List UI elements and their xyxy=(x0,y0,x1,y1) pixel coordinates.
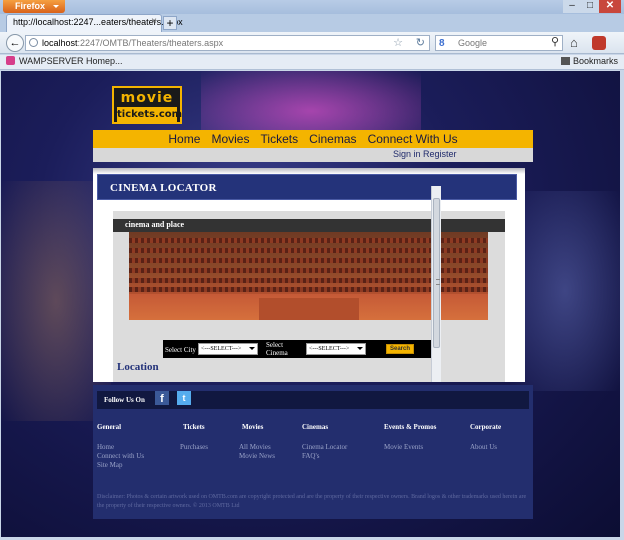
search-icon[interactable]: ⚲ xyxy=(551,35,559,49)
bookmarks-menu-button[interactable]: Bookmarks xyxy=(560,56,618,66)
tab-title: http://localhost:2247...eaters/theaters.… xyxy=(13,17,183,27)
back-button[interactable]: ← xyxy=(6,34,24,52)
minimize-button[interactable]: – xyxy=(563,0,581,13)
bookmark-label: WAMPSERVER Homep... xyxy=(19,56,123,66)
bookmarks-toolbar: WAMPSERVER Homep... Bookmarks xyxy=(0,55,624,70)
auth-bar: Sign in Register xyxy=(93,148,533,162)
footer-col-movies: Movies xyxy=(242,423,264,431)
window-titlebar: Firefox – □ ✕ xyxy=(0,0,624,14)
dropdown-arrow-icon xyxy=(53,5,59,11)
firefox-menu-label: Firefox xyxy=(15,1,46,11)
select-cinema-label-1: Select xyxy=(266,341,284,349)
nav-tickets[interactable]: Tickets xyxy=(261,132,299,146)
sign-in-link[interactable]: Sign in xyxy=(393,149,421,159)
scrollbar-thumb[interactable] xyxy=(433,198,440,348)
footer-link-movie-news[interactable]: Movie News xyxy=(239,452,275,460)
browser-tab[interactable]: http://localhost:2247...eaters/theaters.… xyxy=(6,14,183,32)
twitter-icon[interactable]: t xyxy=(177,391,191,405)
footer-link-faqs[interactable]: FAQ's xyxy=(302,452,319,460)
follow-bar: Follow Us On f t xyxy=(97,391,529,409)
register-link[interactable]: Register xyxy=(423,149,457,159)
search-engine-icon[interactable]: 8 xyxy=(439,37,445,51)
city-select[interactable]: <---SELECT---> xyxy=(198,343,258,355)
cinema-filter-bar: Select City <---SELECT---> Select Cinema… xyxy=(163,340,441,358)
nav-cinemas[interactable]: Cinemas xyxy=(309,132,356,146)
footer-link-cinema-locator[interactable]: Cinema Locator xyxy=(302,443,347,451)
footer-link-movie-events[interactable]: Movie Events xyxy=(384,443,423,451)
search-button[interactable]: Search xyxy=(386,344,414,354)
background-glow xyxy=(510,191,620,391)
search-placeholder: Google xyxy=(458,38,488,48)
url-host: localhost xyxy=(42,38,78,48)
footer-link-all-movies[interactable]: All Movies xyxy=(239,443,271,451)
logo-line2: tickets.com xyxy=(117,107,183,122)
close-window-button[interactable]: ✕ xyxy=(599,0,621,13)
main-navigation: Home Movies Tickets Cinemas Connect With… xyxy=(93,130,533,148)
nav-movies[interactable]: Movies xyxy=(211,132,249,146)
nav-connect[interactable]: Connect With Us xyxy=(368,132,458,146)
footer-col-tickets: Tickets xyxy=(183,423,205,431)
firefox-menu-button[interactable]: Firefox xyxy=(3,0,65,13)
cinema-select[interactable]: <---SELECT---> xyxy=(306,343,366,355)
bookmark-wampserver[interactable]: WAMPSERVER Homep... xyxy=(6,56,123,66)
page-viewport: movie tickets.com Home Movies Tickets Ci… xyxy=(1,71,620,537)
footer-link-about-us[interactable]: About Us xyxy=(470,443,497,451)
site-footer: Follow Us On f t General Tickets Movies … xyxy=(93,385,533,519)
footer-col-corporate: Corporate xyxy=(470,423,502,431)
reload-icon[interactable]: ↻ xyxy=(416,36,425,50)
footer-link-home[interactable]: Home xyxy=(97,443,114,451)
city-select-value: <---SELECT---> xyxy=(201,346,242,352)
page-title-bar: CINEMA LOCATOR xyxy=(97,174,517,200)
bookmarks-menu-label: Bookmarks xyxy=(572,56,618,66)
footer-link-sitemap[interactable]: Site Map xyxy=(97,461,122,469)
footer-link-connect[interactable]: Connect with Us xyxy=(97,452,144,460)
location-heading: Location xyxy=(117,361,159,373)
nav-home[interactable]: Home xyxy=(168,132,200,146)
chevron-down-icon xyxy=(357,347,363,353)
content-frame: CINEMA LOCATOR cinema and place Select C… xyxy=(93,168,525,382)
addon-icon[interactable] xyxy=(592,36,606,50)
footer-disclaimer: Disclaimer: Photos & certain artwork use… xyxy=(97,494,527,509)
logo-line1: movie xyxy=(120,90,174,106)
site-identity-icon[interactable] xyxy=(29,38,38,47)
new-tab-button[interactable]: + xyxy=(163,16,177,30)
footer-link-purchases[interactable]: Purchases xyxy=(180,443,208,451)
url-path: :2247/OMTB/Theaters/theaters.aspx xyxy=(77,38,224,48)
navigation-toolbar: ← localhost:2247/OMTB/Theaters/theaters.… xyxy=(0,32,624,54)
cinema-panel-header: cinema and place xyxy=(113,219,505,232)
search-input[interactable]: 8 Google ⚲ xyxy=(435,35,563,51)
chevron-down-icon xyxy=(249,347,255,353)
bookmarks-icon xyxy=(560,57,570,65)
close-tab-icon[interactable]: × xyxy=(151,16,157,27)
footer-col-events: Events & Promos xyxy=(384,423,437,431)
page-title: CINEMA LOCATOR xyxy=(110,182,217,194)
content-scrollbar[interactable] xyxy=(431,186,441,382)
follow-label: Follow Us On xyxy=(104,396,145,404)
cinema-select-value: <---SELECT---> xyxy=(309,346,350,352)
select-city-label: Select City xyxy=(165,346,196,354)
maximize-button[interactable]: □ xyxy=(581,0,599,13)
cinema-panel-title: cinema and place xyxy=(125,220,185,229)
footer-col-general: General xyxy=(97,423,122,431)
facebook-icon[interactable]: f xyxy=(155,391,169,405)
wamp-icon xyxy=(6,56,15,65)
bookmark-star-icon[interactable]: ☆ xyxy=(393,36,403,50)
home-icon[interactable]: ⌂ xyxy=(570,35,578,50)
url-bar[interactable]: localhost:2247/OMTB/Theaters/theaters.as… xyxy=(25,35,430,51)
select-cinema-label-2: Cinema xyxy=(266,349,288,357)
footer-col-cinemas: Cinemas xyxy=(302,423,329,431)
site-logo[interactable]: movie tickets.com xyxy=(112,86,182,124)
